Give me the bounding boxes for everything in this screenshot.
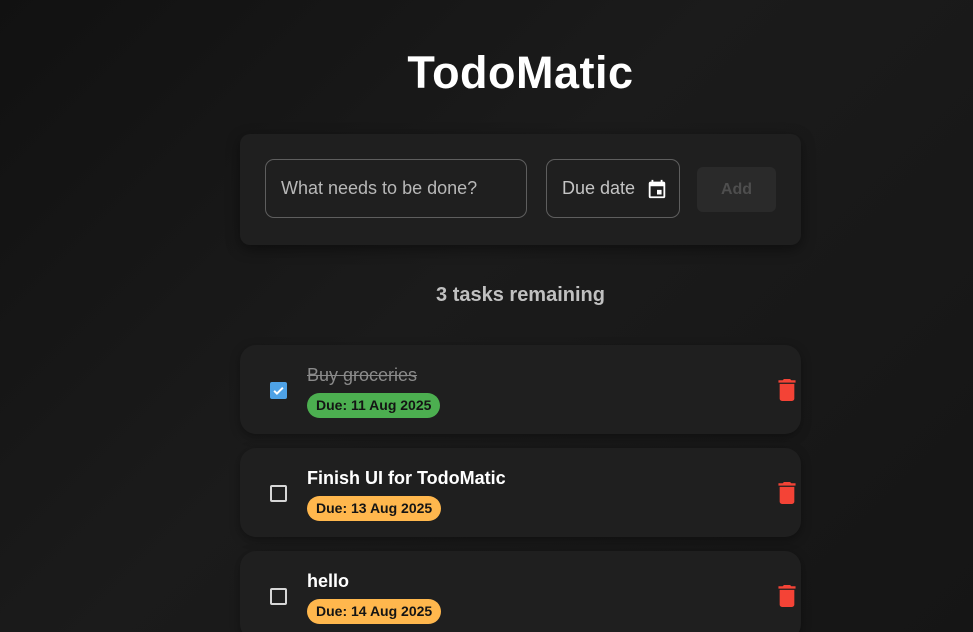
delete-icon[interactable] — [778, 482, 796, 504]
page-title: TodoMatic — [407, 47, 634, 98]
task-checkbox[interactable] — [270, 485, 287, 502]
task-item: Finish UI for TodoMatic Due: 13 Aug 2025 — [240, 448, 801, 537]
delete-icon[interactable] — [778, 585, 796, 607]
due-date-badge: Due: 13 Aug 2025 — [307, 496, 442, 521]
task-name: Finish UI for TodoMatic — [307, 468, 506, 488]
calendar-icon[interactable] — [646, 178, 668, 200]
add-button[interactable]: Add — [697, 167, 776, 212]
task-input-wrapper[interactable] — [265, 159, 527, 218]
due-date-badge: Due: 11 Aug 2025 — [307, 393, 441, 418]
task-name: hello — [307, 571, 350, 591]
due-date-field[interactable]: Due date — [546, 159, 680, 218]
task-item: hello Due: 14 Aug 2025 — [240, 551, 801, 632]
task-input[interactable] — [266, 160, 526, 217]
due-date-badge: Due: 14 Aug 2025 — [307, 599, 442, 624]
task-item: Buy groceries Due: 11 Aug 2025 — [240, 345, 801, 434]
delete-icon[interactable] — [778, 379, 796, 401]
new-task-form: Due date Add — [240, 134, 801, 245]
due-date-label: Due date — [562, 178, 636, 198]
tasks-remaining: 3 tasks remaining — [436, 284, 605, 306]
task-name: Buy groceries — [307, 365, 418, 385]
task-checkbox[interactable] — [270, 588, 287, 605]
checkmark-icon — [273, 386, 284, 396]
task-checkbox[interactable] — [270, 382, 287, 399]
